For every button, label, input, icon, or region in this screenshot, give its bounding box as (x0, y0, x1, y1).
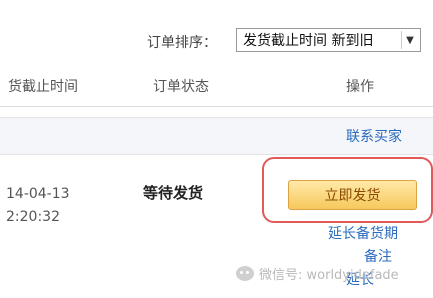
order-sort-value: 发货截止时间 新到旧 (243, 33, 374, 49)
order-sort-select[interactable]: 发货截止时间 新到旧 ▼ (236, 28, 421, 52)
header-divider (0, 106, 433, 107)
column-header-deadline: 货截止时间 (8, 79, 78, 95)
chevron-down-icon[interactable]: ▼ (401, 31, 418, 49)
column-header-status: 订单状态 (153, 79, 209, 95)
contact-buyer-link[interactable]: 联系买家 (346, 126, 402, 146)
remark-link[interactable]: 备注 (364, 246, 392, 266)
order-deadline-time: 2:20:32 (6, 209, 60, 225)
order-status: 等待发货 (143, 184, 204, 202)
wechat-icon (236, 266, 254, 281)
order-deadline-date: 14-04-13 (6, 186, 70, 202)
order-sort-label: 订单排序： (147, 35, 217, 51)
extend-stock-period-link[interactable]: 延长备货期 (328, 223, 398, 243)
column-header-operations: 操作 (346, 79, 374, 95)
wechat-watermark: 微信号: worldyidefade (236, 264, 399, 283)
ship-now-button[interactable]: 立即发货 (288, 180, 417, 210)
watermark-text: 微信号: worldyidefade (259, 268, 399, 283)
